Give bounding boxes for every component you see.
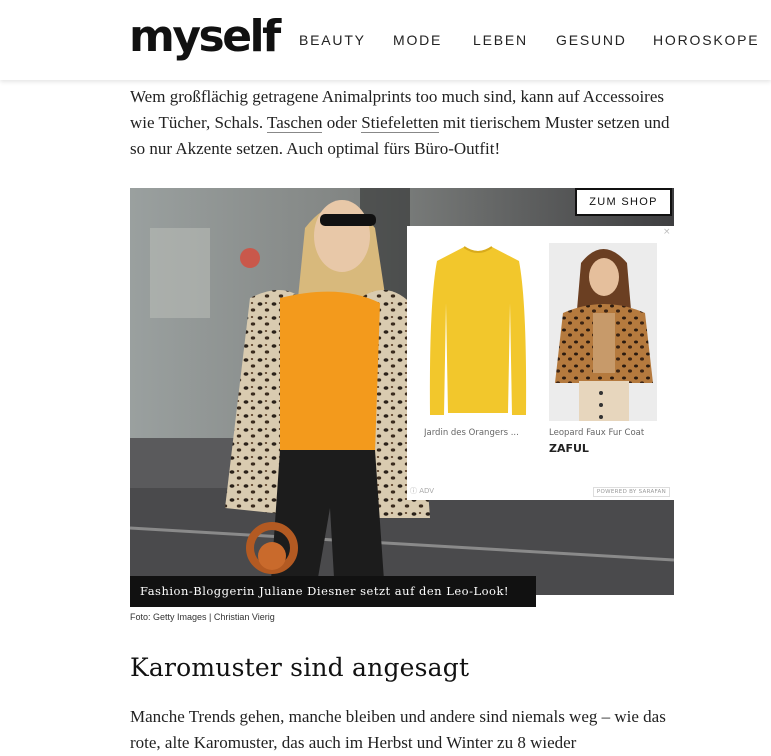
shop-panel: × Jardin des Orangers ... Leopard Faux F…	[407, 226, 674, 500]
intro-paragraph: Wem großflächig getragene Animalprints t…	[130, 84, 670, 162]
section-heading: Karomuster sind angesagt	[130, 653, 470, 682]
adv-text: ADV	[419, 487, 435, 495]
nav-item-leben[interactable]: LEBEN	[473, 32, 528, 48]
site-header: myself BEAUTY MODE LEBEN GESUND HOROSKOP…	[0, 0, 771, 80]
nav-item-gesund[interactable]: GESUND	[556, 32, 627, 48]
link-taschen[interactable]: Taschen	[267, 113, 323, 133]
zum-shop-button[interactable]: ZUM SHOP	[575, 188, 672, 216]
image-credit: Foto: Getty Images | Christian Vierig	[130, 612, 275, 622]
image-caption: Fashion-Bloggerin Juliane Diesner setzt …	[130, 576, 536, 607]
nav-item-beauty[interactable]: BEAUTY	[299, 32, 366, 48]
close-icon[interactable]: ×	[663, 228, 672, 237]
product-image-coat[interactable]	[549, 243, 657, 421]
site-logo[interactable]: myself	[129, 12, 281, 62]
product-card-coat[interactable]: Leopard Faux Fur Coat ZAFUL	[549, 243, 657, 455]
product-name[interactable]: Jardin des Orangers ...	[424, 428, 532, 438]
product-name[interactable]: Leopard Faux Fur Coat	[549, 428, 657, 438]
link-stiefeletten[interactable]: Stiefeletten	[361, 113, 439, 133]
product-image-sweater[interactable]	[424, 243, 532, 421]
intro-text-2: oder	[322, 113, 362, 132]
product-card-sweater[interactable]: Jardin des Orangers ...	[424, 243, 532, 442]
powered-by-badge[interactable]: POWERED BY SARAFAN	[592, 487, 670, 497]
adv-label: ⓘ ADV	[410, 487, 435, 495]
product-brand: ZAFUL	[549, 442, 589, 455]
section-paragraph: Manche Trends gehen, manche bleiben und …	[130, 707, 666, 752]
nav-item-horoskope[interactable]: HOROSKOPE	[653, 32, 759, 48]
nav-item-mode[interactable]: MODE	[393, 32, 442, 48]
